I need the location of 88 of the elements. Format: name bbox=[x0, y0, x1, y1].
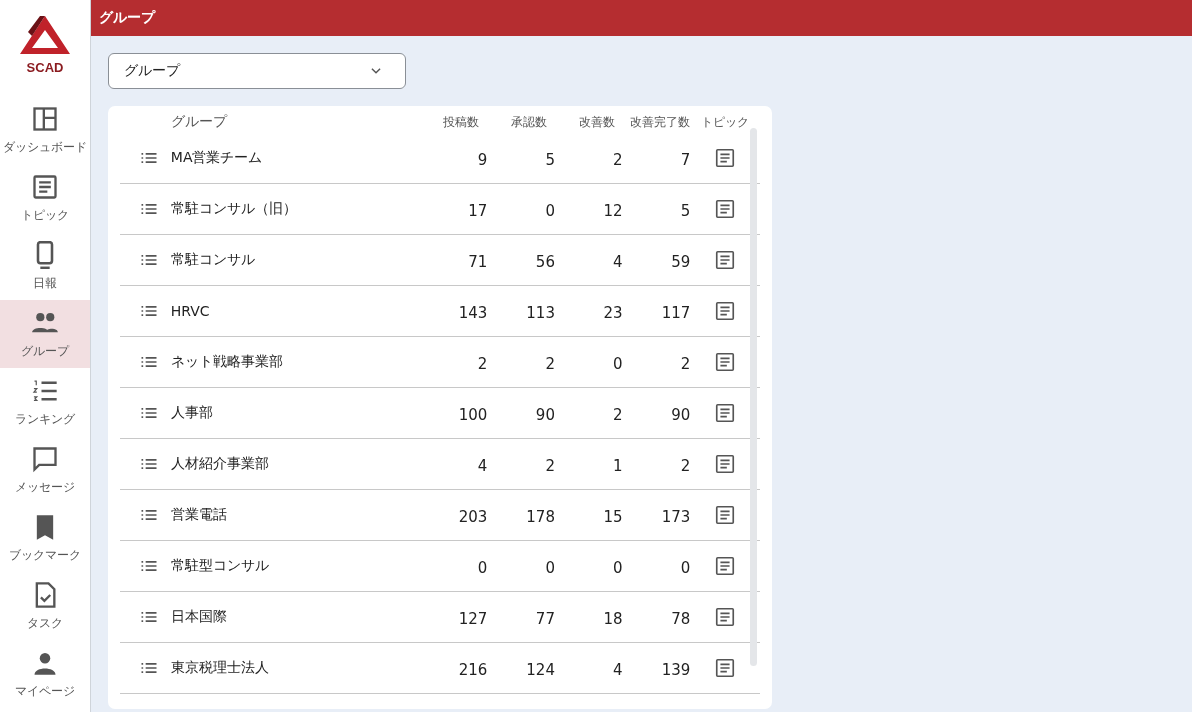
document-icon[interactable] bbox=[714, 249, 737, 271]
table-cell-text: 2 bbox=[544, 354, 555, 373]
table-cell-text: 常駐コンサル（旧） bbox=[170, 200, 298, 218]
table-cell-text: 2 bbox=[544, 456, 555, 475]
table-cell-text: 4 bbox=[476, 456, 488, 475]
table-cell-text: 56 bbox=[534, 252, 555, 271]
table-cell-text: 営業電話 bbox=[170, 506, 228, 524]
document-icon[interactable] bbox=[714, 657, 737, 679]
table-cell-text: 5 bbox=[679, 201, 691, 220]
table-cell-text: 124 bbox=[525, 660, 555, 679]
page-title: グループ bbox=[99, 9, 155, 27]
table-cell-text: 17 bbox=[467, 201, 488, 220]
table-cell-text: 100 bbox=[457, 405, 488, 424]
document-icon[interactable] bbox=[714, 606, 737, 628]
table-cell-text: 78 bbox=[670, 609, 691, 628]
group-select[interactable]: グループ bbox=[108, 53, 406, 89]
table-cell-text: 71 bbox=[467, 252, 488, 271]
document-icon[interactable] bbox=[714, 453, 737, 475]
table-cell-text: 2 bbox=[476, 354, 488, 373]
table-cell-text: HRVC bbox=[170, 303, 211, 319]
table-cell-text: 127 bbox=[457, 609, 488, 628]
document-icon[interactable] bbox=[714, 147, 737, 169]
table-cell-text: 東京税理士法人 bbox=[170, 659, 270, 677]
table-cell-text: 2 bbox=[679, 354, 691, 373]
table-cell-text: 0 bbox=[476, 558, 488, 577]
document-icon[interactable] bbox=[714, 504, 737, 526]
table-cell-text: 18 bbox=[602, 609, 623, 628]
document-icon[interactable] bbox=[714, 198, 737, 220]
column-header: グループ bbox=[170, 113, 229, 131]
table-cell-text: MA営業チーム bbox=[170, 149, 264, 167]
table-cell-text: 0 bbox=[612, 354, 623, 373]
nav-item[interactable]: トピック bbox=[0, 164, 90, 232]
table-cell-text: 139 bbox=[660, 660, 691, 679]
table-cell-text: 59 bbox=[670, 252, 691, 271]
column-header: 改善完了数 bbox=[629, 113, 691, 131]
column-header: 承認数 bbox=[509, 113, 548, 131]
column-header: 改善数 bbox=[577, 113, 616, 131]
table-cell-text: 4 bbox=[612, 660, 623, 679]
table-cell-text: 常駐コンサル bbox=[170, 251, 256, 269]
table-cell-text: 12 bbox=[602, 201, 623, 220]
nav-item[interactable]: マイページ bbox=[0, 640, 90, 708]
nav-item[interactable]: ランキング bbox=[0, 368, 90, 436]
table-cell-text: 178 bbox=[525, 507, 555, 526]
table-cell-text: 日本国際 bbox=[170, 608, 228, 626]
dashboard-icon bbox=[31, 104, 59, 133]
document-icon[interactable] bbox=[714, 402, 737, 424]
table-cell-text: 2 bbox=[679, 456, 691, 475]
table-cell-text: 2 bbox=[612, 150, 623, 169]
table-cell-text: 人事部 bbox=[170, 404, 214, 422]
table-cell-text: 117 bbox=[660, 303, 691, 322]
table-cell-text: 5 bbox=[544, 150, 555, 169]
table-cell-text: 77 bbox=[534, 609, 555, 628]
nav-item[interactable]: タスク bbox=[0, 572, 90, 640]
table-cell-text: 0 bbox=[612, 558, 623, 577]
document-icon[interactable] bbox=[714, 351, 737, 373]
nav-item[interactable]: メッセージ bbox=[0, 436, 90, 504]
table-cell-text: 0 bbox=[679, 558, 691, 577]
document-icon[interactable] bbox=[714, 300, 737, 322]
table-cell-text: 2 bbox=[612, 405, 623, 424]
table-cell-text: ネット戦略事業部 bbox=[170, 353, 284, 371]
nav-item[interactable]: ブックマーク bbox=[0, 504, 90, 572]
table-cell-text: 0 bbox=[544, 201, 555, 220]
logo-text: SCAD bbox=[26, 61, 64, 75]
document-icon bbox=[31, 172, 59, 201]
table-cell-text: 216 bbox=[457, 660, 488, 679]
nav-item[interactable]: 日報 bbox=[0, 232, 90, 300]
column-header: トピック bbox=[700, 113, 751, 131]
document-icon[interactable] bbox=[714, 555, 737, 577]
table-cell-text: 人材紹介事業部 bbox=[170, 455, 270, 473]
nav-item[interactable]: ダッシュボード bbox=[0, 96, 90, 164]
table-cell-text: 90 bbox=[670, 405, 691, 424]
table-cell-text: 203 bbox=[457, 507, 488, 526]
table-cell-text: 90 bbox=[534, 405, 555, 424]
table-cell-text: 4 bbox=[612, 252, 623, 271]
table-cell-text: 1 bbox=[612, 456, 623, 475]
table-cell-text: 143 bbox=[457, 303, 488, 322]
column-header: 投稿数 bbox=[442, 113, 481, 131]
table-cell-text: 9 bbox=[476, 150, 488, 169]
nav-item[interactable]: グループ bbox=[0, 300, 90, 368]
scrollbar[interactable] bbox=[750, 128, 757, 666]
chat-bubble-icon bbox=[31, 444, 59, 473]
table-cell-text: 23 bbox=[602, 303, 623, 322]
table-cell-text: 15 bbox=[602, 507, 623, 526]
table-cell-text: 0 bbox=[544, 558, 555, 577]
table-cell-text: 7 bbox=[679, 150, 691, 169]
table-cell-text: 常駐型コンサル bbox=[170, 557, 270, 575]
table-cell-text: 113 bbox=[525, 303, 555, 322]
table-cell-text: 173 bbox=[660, 507, 691, 526]
